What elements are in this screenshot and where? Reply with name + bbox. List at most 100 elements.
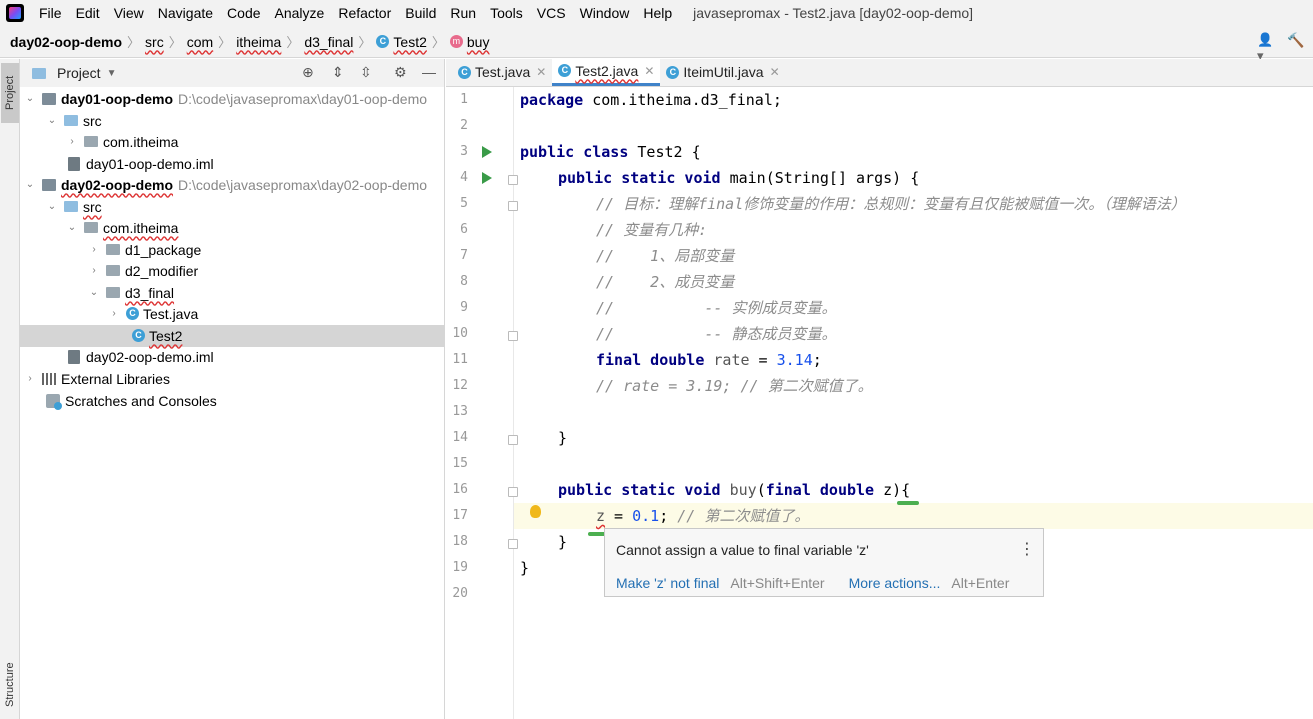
tree-item-day01-module[interactable]: ⌄ day01-oop-demo D:\code\javasepromax\da… xyxy=(20,88,445,110)
class-icon: C xyxy=(666,65,680,79)
breadcrumb-buy[interactable]: m buy xyxy=(449,34,489,50)
iml-file-icon xyxy=(68,349,80,364)
tree-item-package[interactable]: › com.itheima xyxy=(20,131,445,153)
tree-item-d3-final[interactable]: ⌄ d3_final xyxy=(20,282,445,304)
chevron-right-icon[interactable]: › xyxy=(66,136,78,147)
run-class-icon[interactable] xyxy=(482,146,492,158)
code-area[interactable]: package com.itheima.d3_final; public cla… xyxy=(514,87,1313,719)
code-line[interactable]: public class Test2 { xyxy=(514,139,1313,165)
build-hammer-icon[interactable]: 🔨 xyxy=(1287,32,1304,48)
code-line[interactable]: // rate = 3.19; // 第二次赋值了。 xyxy=(514,373,1313,399)
code-line[interactable]: package com.itheima.d3_final; xyxy=(514,87,1313,113)
tab-iteimutil-java[interactable]: C IteimUtil.java ✕ xyxy=(660,58,785,86)
tree-item-src[interactable]: ⌄ src xyxy=(20,196,445,218)
shortcut-label: Alt+Shift+Enter xyxy=(730,575,825,591)
chevron-right-icon[interactable]: › xyxy=(88,244,100,255)
code-line[interactable]: // 目标：理解final修饰变量的作用：总规则：变量有且仅能被赋值一次。（理解… xyxy=(514,191,1313,217)
code-line[interactable]: // -- 静态成员变量。 xyxy=(514,321,1313,347)
menu-edit[interactable]: Edit xyxy=(69,0,107,26)
tree-item-scratches[interactable]: Scratches and Consoles xyxy=(20,390,445,412)
line-number: 14 xyxy=(452,430,468,445)
chevron-down-icon[interactable]: ⌄ xyxy=(24,179,36,190)
menu-view[interactable]: View xyxy=(107,0,151,26)
line-number: 2 xyxy=(460,118,468,133)
chevron-right-icon[interactable]: › xyxy=(108,308,120,319)
chevron-down-icon[interactable]: ⌄ xyxy=(66,222,78,233)
chevron-down-icon[interactable]: ⌄ xyxy=(24,93,36,104)
editor-gutter[interactable]: 1 2 3 4 5 6 7 8 9 10 11 12 13 14 15 16 1… xyxy=(446,87,518,719)
class-icon: C xyxy=(376,35,390,48)
close-icon[interactable]: ✕ xyxy=(536,65,546,79)
code-line-current[interactable]: z = 0.1; // 第二次赋值了。 xyxy=(514,503,1313,529)
class-icon: C xyxy=(458,65,471,79)
locate-icon[interactable]: ⊕ xyxy=(302,64,314,81)
code-line[interactable]: final double rate = 3.14; xyxy=(514,347,1313,373)
menu-bar: File Edit View Navigate Code Analyze Ref… xyxy=(0,0,1313,26)
more-actions-link[interactable]: More actions... xyxy=(849,575,941,591)
tree-item-src[interactable]: ⌄ src xyxy=(20,110,445,132)
tab-test-java[interactable]: C Test.java ✕ xyxy=(452,58,552,86)
expand-all-icon[interactable]: ⇕ xyxy=(332,64,344,81)
tree-item-test2[interactable]: C Test2 xyxy=(20,325,445,347)
run-main-icon[interactable] xyxy=(482,172,492,184)
collapse-all-icon[interactable]: ⇳ xyxy=(360,64,372,81)
close-icon[interactable]: ✕ xyxy=(770,65,780,79)
menu-navigate[interactable]: Navigate xyxy=(151,0,220,26)
chevron-down-icon[interactable]: ⌄ xyxy=(88,287,100,298)
chevron-down-icon[interactable]: ▼ xyxy=(107,68,117,79)
project-view-selector[interactable]: Project xyxy=(57,65,101,81)
hide-icon[interactable]: — xyxy=(422,64,436,80)
chevron-down-icon[interactable]: ⌄ xyxy=(46,201,58,212)
breadcrumb-itheima[interactable]: itheima xyxy=(236,34,281,50)
line-number: 18 xyxy=(452,534,468,549)
menu-file[interactable]: File xyxy=(32,0,69,26)
menu-run[interactable]: Run xyxy=(443,0,483,26)
menu-build[interactable]: Build xyxy=(398,0,443,26)
breadcrumb-src[interactable]: src xyxy=(145,34,164,50)
line-number: 17 xyxy=(452,508,468,523)
chevron-right-icon[interactable]: › xyxy=(88,265,100,276)
code-line[interactable]: } xyxy=(514,425,1313,451)
tree-item-d2-modifier[interactable]: › d2_modifier xyxy=(20,260,445,282)
menu-window[interactable]: Window xyxy=(573,0,637,26)
code-line[interactable]: public static void main(String[] args) { xyxy=(514,165,1313,191)
user-icon[interactable]: 👤▾ xyxy=(1257,32,1275,63)
code-line[interactable]: // 变量有几种: xyxy=(514,217,1313,243)
menu-help[interactable]: Help xyxy=(636,0,679,26)
breadcrumb-test2[interactable]: C Test2 xyxy=(376,34,427,50)
tree-item-external-libraries[interactable]: › External Libraries xyxy=(20,368,445,390)
more-options-icon[interactable]: ⋮ xyxy=(1019,539,1035,559)
code-line[interactable]: // 1、局部变量 xyxy=(514,243,1313,269)
lightbulb-icon[interactable] xyxy=(530,505,541,518)
breadcrumb-root[interactable]: day02-oop-demo xyxy=(10,34,122,50)
tab-structure-tool[interactable]: Structure xyxy=(1,657,19,713)
menu-refactor[interactable]: Refactor xyxy=(331,0,398,26)
gear-icon[interactable]: ⚙ xyxy=(394,64,407,81)
line-number: 10 xyxy=(452,326,468,341)
menu-code[interactable]: Code xyxy=(220,0,267,26)
tree-item-iml[interactable]: day02-oop-demo.iml xyxy=(20,346,445,368)
tree-item-iml[interactable]: day01-oop-demo.iml xyxy=(20,153,445,175)
tab-test2-java[interactable]: C Test2.java ✕ xyxy=(552,58,661,86)
breadcrumb: day02-oop-demo 〉 src 〉 com 〉 itheima 〉 d… xyxy=(0,26,1313,63)
menu-vcs[interactable]: VCS xyxy=(530,0,573,26)
menu-tools[interactable]: Tools xyxy=(483,0,530,26)
scratches-icon xyxy=(46,393,62,410)
tree-item-package[interactable]: ⌄ com.itheima xyxy=(20,217,445,239)
code-line[interactable]: // -- 实例成员变量。 xyxy=(514,295,1313,321)
tree-item-day02-module[interactable]: ⌄ day02-oop-demo D:\code\javasepromax\da… xyxy=(20,174,445,196)
menu-analyze[interactable]: Analyze xyxy=(268,0,332,26)
code-line[interactable]: public static void buy(final double z){ xyxy=(514,477,1313,503)
tree-item-d1-package[interactable]: › d1_package xyxy=(20,239,445,261)
breadcrumb-com[interactable]: com xyxy=(187,34,213,50)
package-icon xyxy=(106,265,120,277)
chevron-right-icon[interactable]: › xyxy=(24,373,36,384)
tree-item-test-java[interactable]: › C Test.java xyxy=(20,303,445,325)
source-folder-icon xyxy=(64,115,78,127)
code-line[interactable]: // 2、成员变量 xyxy=(514,269,1313,295)
breadcrumb-d3-final[interactable]: d3_final xyxy=(304,34,353,50)
chevron-down-icon[interactable]: ⌄ xyxy=(46,115,58,126)
close-icon[interactable]: ✕ xyxy=(644,64,654,78)
tab-project-tool[interactable]: Project xyxy=(1,63,19,123)
make-not-final-link[interactable]: Make 'z' not final xyxy=(616,575,719,591)
